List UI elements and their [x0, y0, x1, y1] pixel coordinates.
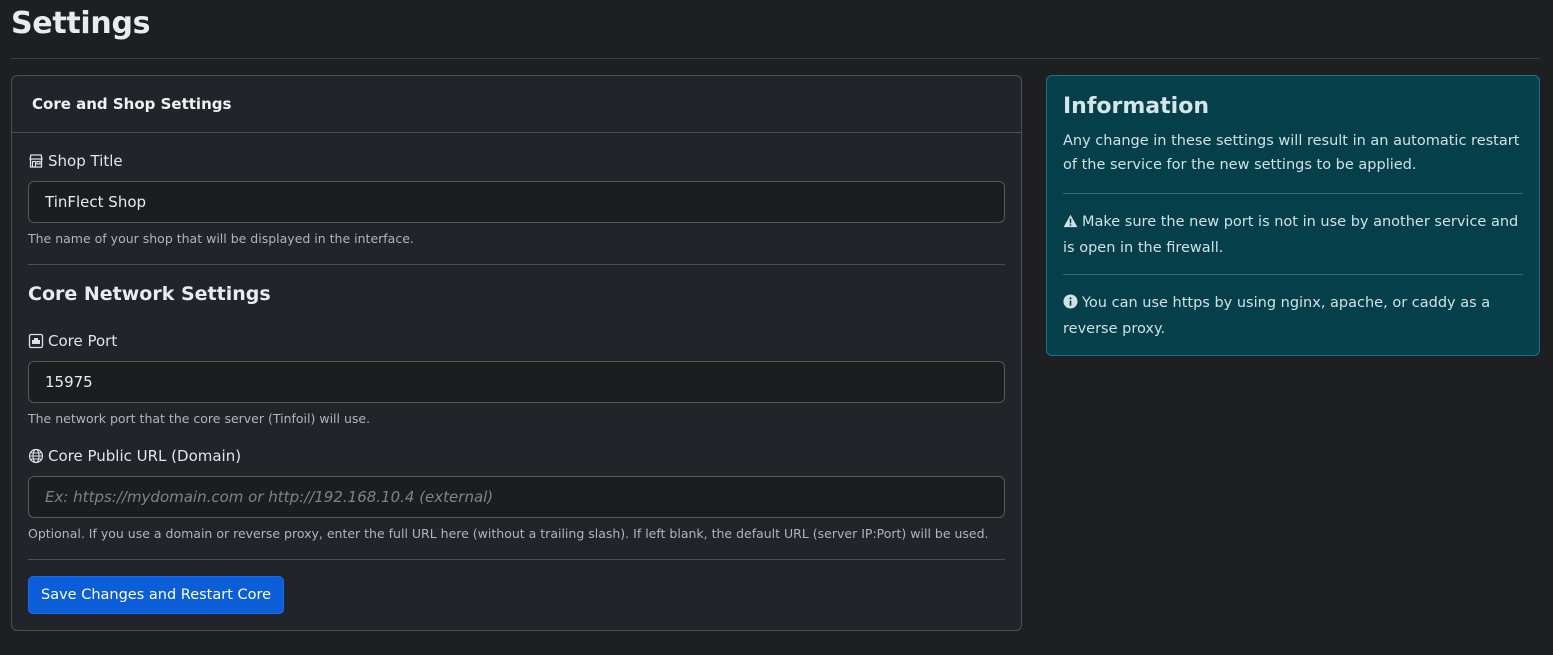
save-restart-button[interactable]: Save Changes and Restart Core	[28, 576, 285, 614]
shop-title-help: The name of your shop that will be displ…	[28, 231, 414, 246]
title-divider	[11, 58, 1540, 59]
port-warning-text: Make sure the new port is not in use by …	[1063, 214, 1519, 256]
section-divider	[28, 264, 1005, 265]
form-footer-divider	[28, 559, 1005, 560]
card-header: Core and Shop Settings	[12, 76, 1021, 133]
core-url-label-text: Core Public URL (Domain)	[48, 447, 242, 465]
shop-title-input[interactable]	[28, 181, 1005, 223]
ethernet-icon	[28, 333, 44, 349]
restart-notice: Any change in these settings will result…	[1063, 133, 1520, 173]
shop-icon	[28, 153, 44, 169]
core-port-input[interactable]	[28, 361, 1005, 403]
core-url-input[interactable]	[28, 476, 1005, 518]
information-heading: Information	[1063, 94, 1209, 119]
info-circle-icon	[1063, 293, 1078, 317]
core-port-label-text: Core Port	[48, 332, 118, 350]
page-title: Settings	[11, 6, 151, 41]
shop-title-label: Shop Title	[28, 152, 123, 170]
core-port-label: Core Port	[28, 332, 117, 350]
port-warning: Make sure the new port is not in use by …	[1063, 210, 1525, 260]
warning-icon	[1063, 212, 1078, 236]
settings-card: Core and Shop Settings Shop Title The na…	[11, 75, 1022, 631]
core-port-help: The network port that the core server (T…	[28, 411, 371, 426]
info-divider	[1063, 274, 1523, 275]
globe-icon	[28, 448, 44, 464]
https-tip-text: You can use https by using nginx, apache…	[1063, 295, 1491, 337]
core-url-help: Optional. If you use a domain or reverse…	[28, 526, 989, 541]
core-url-label: Core Public URL (Domain)	[28, 447, 241, 465]
https-tip: You can use https by using nginx, apache…	[1063, 291, 1525, 341]
shop-title-label-text: Shop Title	[48, 152, 123, 170]
information-panel: Information Any change in these settings…	[1046, 75, 1540, 356]
core-network-heading: Core Network Settings	[28, 283, 271, 305]
info-divider	[1063, 193, 1523, 194]
